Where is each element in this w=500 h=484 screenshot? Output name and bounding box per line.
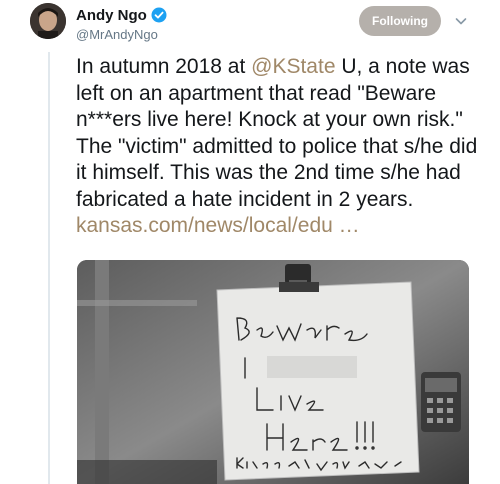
user-handle[interactable]: @MrAndyNgo xyxy=(76,27,167,42)
verified-badge-icon xyxy=(151,7,167,23)
tweet-text-start: In autumn 2018 at xyxy=(76,55,252,78)
following-button[interactable]: Following xyxy=(359,6,441,36)
chevron-down-icon[interactable] xyxy=(454,14,468,28)
thread-divider xyxy=(48,52,50,484)
tweet-photo[interactable] xyxy=(77,260,469,484)
mention-link[interactable]: @KState xyxy=(251,55,335,78)
article-link[interactable]: kansas.com/news/local/edu … xyxy=(76,213,480,240)
tweet-card: Andy Ngo @MrAndyNgo Following In autumn … xyxy=(0,0,500,484)
tweet-text-rest: U, a note was left on an apartment that … xyxy=(76,55,478,211)
display-name[interactable]: Andy Ngo xyxy=(76,7,147,24)
avatar[interactable] xyxy=(30,3,66,39)
author-block: Andy Ngo @MrAndyNgo xyxy=(76,5,167,42)
display-name-row: Andy Ngo xyxy=(76,5,167,25)
tweet-text: In autumn 2018 at @KState U, a note was … xyxy=(76,54,480,240)
